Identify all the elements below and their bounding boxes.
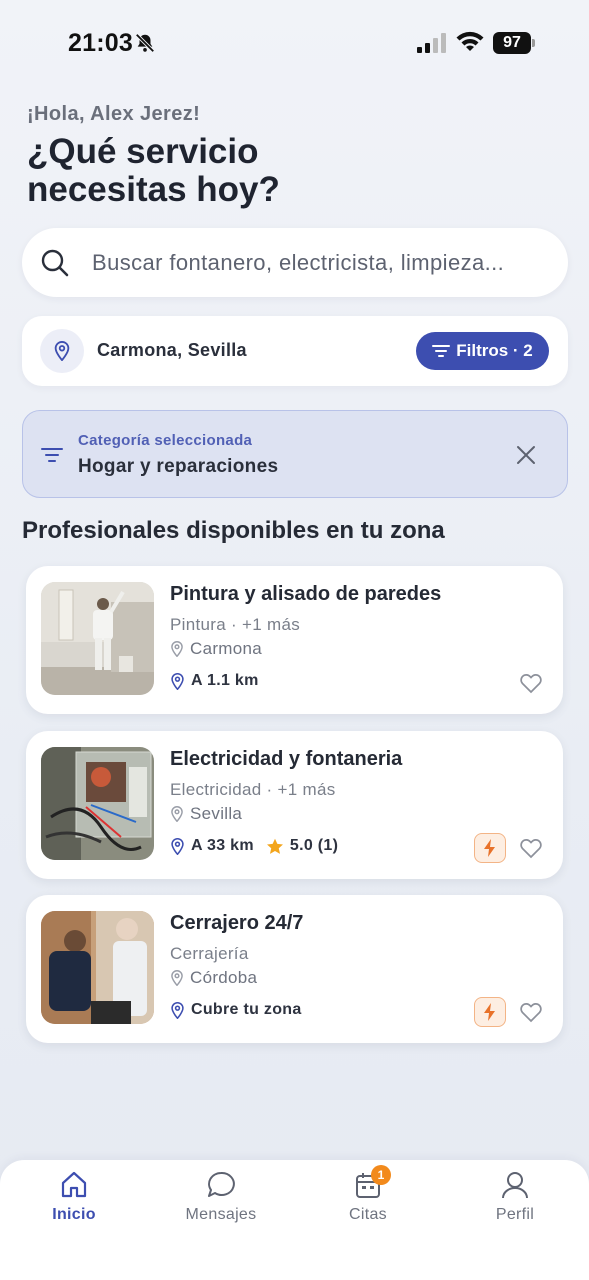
user-icon (502, 1172, 528, 1199)
heart-icon[interactable] (519, 672, 543, 694)
battery-cap (532, 39, 535, 47)
express-badge (474, 833, 506, 863)
card-city: Carmona (170, 639, 262, 659)
card-city: Sevilla (170, 804, 242, 824)
signal-icon (417, 33, 446, 53)
card-distance: A 1.1 km (191, 672, 259, 689)
location-pin-icon (54, 341, 70, 361)
section-title: Profesionales disponibles en tu zona (22, 517, 445, 544)
location-button[interactable] (40, 329, 84, 373)
tab-label: Citas (349, 1206, 387, 1223)
filters-button[interactable]: Filtros · 2 (416, 332, 549, 370)
page-title: ¿Qué servicio necesitas hoy? (27, 132, 280, 209)
category-label: Categoría seleccionada (78, 432, 253, 449)
card-title: Cerrajero 24/7 (170, 912, 304, 934)
tab-mensajes[interactable]: Mensajes (166, 1170, 276, 1240)
service-photo (41, 747, 154, 860)
professional-card[interactable]: Cerrajero 24/7 Cerrajería Córdoba Cubre … (26, 895, 563, 1043)
bolt-icon (484, 1003, 495, 1021)
location-pin-icon (171, 806, 183, 822)
service-photo (41, 911, 154, 1024)
card-subtitle: Cerrajería (170, 944, 249, 963)
card-subtitle: Electricidad · +1 más (170, 780, 336, 799)
location-pin-icon (171, 672, 184, 690)
home-icon (61, 1171, 87, 1198)
bell-muted-icon (135, 33, 155, 53)
status-bar: 21:03 97 (0, 0, 589, 88)
bottom-tab-bar: Inicio Mensajes 1 Citas Perfil (0, 1160, 589, 1280)
wifi-icon (456, 31, 484, 51)
greeting: ¡Hola, Alex Jerez! (27, 103, 201, 125)
card-city-text: Córdoba (190, 968, 258, 987)
calendar-icon-wrap: 1 (353, 1165, 391, 1200)
location-pin-icon (171, 837, 184, 855)
search-input[interactable] (92, 228, 552, 297)
service-photo (41, 582, 154, 695)
tab-label: Inicio (52, 1206, 96, 1223)
heart-icon[interactable] (519, 1001, 543, 1023)
card-distance: Cubre tu zona (191, 1001, 302, 1018)
location-pin-icon (171, 970, 183, 986)
location-row[interactable]: Carmona, Sevilla Filtros · 2 (22, 316, 568, 386)
location-text: Carmona, Sevilla (97, 340, 247, 360)
location-pin-icon (171, 641, 183, 657)
card-distance: A 33 km (191, 837, 254, 854)
card-city-text: Carmona (190, 639, 263, 658)
express-badge (474, 997, 506, 1027)
card-meta: A 1.1 km (170, 672, 259, 690)
card-subtitle: Pintura · +1 más (170, 615, 300, 634)
tab-citas[interactable]: 1 Citas (313, 1165, 423, 1240)
card-rating: 5.0 (1) (289, 837, 339, 854)
battery-indicator: 97 (493, 32, 535, 54)
professional-card[interactable]: Electricidad y fontaneria Electricidad ·… (26, 731, 563, 879)
heart-icon[interactable] (519, 837, 543, 859)
tab-inicio[interactable]: Inicio (19, 1170, 129, 1240)
tab-perfil[interactable]: Perfil (460, 1170, 570, 1240)
tab-label: Perfil (495, 1206, 535, 1223)
close-icon[interactable] (515, 444, 537, 466)
tab-label: Mensajes (185, 1206, 257, 1223)
star-icon (266, 838, 283, 854)
selected-category: Categoría seleccionada Hogar y reparacio… (22, 410, 568, 498)
search-box[interactable] (22, 228, 568, 297)
notification-badge: 1 (371, 1165, 391, 1185)
card-title: Electricidad y fontaneria (170, 748, 403, 770)
filter-icon (41, 448, 63, 462)
category-value: Hogar y reparaciones (78, 456, 279, 477)
bolt-icon (484, 839, 495, 857)
professional-card[interactable]: Pintura y alisado de paredes Pintura · +… (26, 566, 563, 714)
search-icon (41, 249, 69, 277)
location-pin-icon (171, 1001, 184, 1019)
card-meta: A 33 km 5.0 (1) (170, 837, 338, 855)
filters-label: Filtros · 2 (456, 341, 533, 360)
status-time: 21:03 (68, 29, 133, 57)
chat-icon (208, 1171, 235, 1197)
battery-level: 97 (493, 32, 531, 54)
card-city: Córdoba (170, 968, 257, 988)
card-city-text: Sevilla (190, 804, 243, 823)
card-meta: Cubre tu zona (170, 1001, 302, 1019)
card-title: Pintura y alisado de paredes (170, 583, 442, 605)
filter-icon (432, 345, 451, 357)
